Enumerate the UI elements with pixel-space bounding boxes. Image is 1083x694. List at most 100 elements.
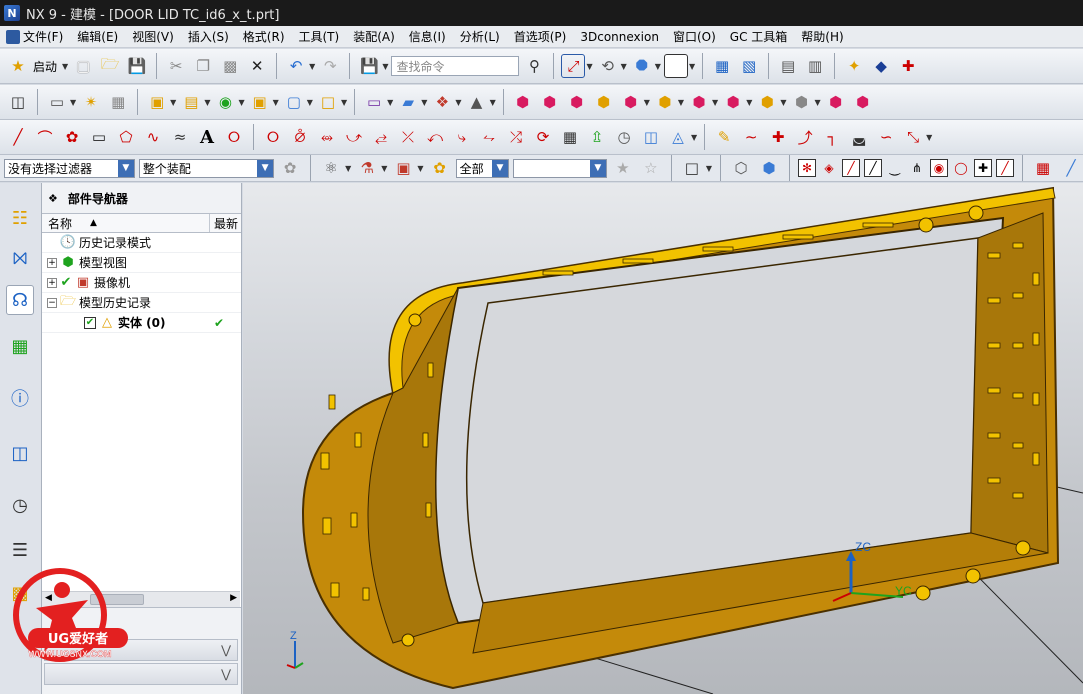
- pattern-face-icon[interactable]: ⬢: [687, 90, 711, 114]
- feature-dropdown-icon[interactable]: ▼: [345, 164, 351, 173]
- save-icon[interactable]: 💾: [125, 54, 149, 78]
- start-button[interactable]: 启动: [33, 58, 57, 75]
- group-dropdown-icon[interactable]: ▼: [780, 98, 786, 107]
- background-dropdown-icon[interactable]: ▼: [689, 62, 695, 71]
- cut-face-icon[interactable]: ⬢: [851, 90, 875, 114]
- mesh-icon[interactable]: ▦: [106, 90, 130, 114]
- deselect-all-icon[interactable]: ⬡: [729, 156, 753, 180]
- sync-replace-icon[interactable]: ⬢: [592, 90, 616, 114]
- snap-line-end-icon[interactable]: ╱: [842, 159, 861, 177]
- graphics-viewport[interactable]: ZC YC Z: [243, 183, 1083, 694]
- snap-quadrant-icon[interactable]: ◯: [952, 159, 970, 177]
- expand-icon[interactable]: +: [47, 277, 57, 288]
- wrap-curve-icon[interactable]: ⤺: [423, 125, 447, 149]
- combine-curve-icon[interactable]: ⤷: [450, 125, 474, 149]
- studio-spline-icon[interactable]: ∿: [141, 125, 165, 149]
- menu-edit[interactable]: 编辑(E): [77, 28, 118, 45]
- save-dropdown-icon[interactable]: ▼: [382, 62, 388, 71]
- reuse-library-icon[interactable]: ▦: [6, 331, 34, 361]
- chevron-down-icon[interactable]: ⋁: [221, 667, 231, 681]
- mirror-dropdown-icon[interactable]: ▼: [746, 98, 752, 107]
- snap-intersection-icon[interactable]: ✚: [974, 159, 993, 177]
- chevron-down-icon[interactable]: ⋁: [221, 643, 231, 657]
- law-curve-icon[interactable]: ≈: [168, 125, 192, 149]
- text-icon[interactable]: A: [195, 125, 219, 149]
- snap-settings-icon[interactable]: ▦: [1031, 156, 1055, 180]
- menu-view[interactable]: 视图(V): [132, 28, 174, 45]
- color-filter-icon[interactable]: ✿: [428, 156, 452, 180]
- chevron-down-icon[interactable]: ▼: [117, 159, 134, 177]
- delete-icon[interactable]: ✕: [245, 54, 269, 78]
- pattern-dropdown-icon[interactable]: ▼: [712, 98, 718, 107]
- assembly-filter-icon[interactable]: ✿: [278, 156, 302, 180]
- rect-dropdown-icon[interactable]: ▼: [387, 98, 393, 107]
- smooth-spline-icon[interactable]: ∽: [874, 125, 898, 149]
- measure-icon[interactable]: ✚: [896, 54, 920, 78]
- pin-icon[interactable]: ❖: [48, 192, 58, 205]
- scroll-right-icon[interactable]: ▶: [230, 593, 237, 603]
- surface-icon[interactable]: ▰: [396, 90, 420, 114]
- layer-dropdown-icon[interactable]: ▼: [417, 164, 423, 173]
- paste-icon[interactable]: ▩: [218, 54, 242, 78]
- draft-icon[interactable]: ▲: [465, 90, 489, 114]
- polygon-icon[interactable]: ⬠: [114, 125, 138, 149]
- curve-length-icon[interactable]: ⤴: [793, 125, 817, 149]
- sync-offset-icon[interactable]: ⬢: [565, 90, 589, 114]
- start-icon[interactable]: ★: [6, 54, 30, 78]
- edit-parameters-icon[interactable]: ◛: [847, 125, 871, 149]
- extra-filter-select[interactable]: ▼: [512, 158, 607, 178]
- rectangle-select-icon[interactable]: □: [680, 156, 704, 180]
- trim-body-icon[interactable]: ❖: [430, 90, 454, 114]
- sync-dropdown-icon[interactable]: ▼: [644, 98, 650, 107]
- snap-midpoint-icon[interactable]: ╱: [864, 159, 883, 177]
- fit-view-icon[interactable]: ⤢: [561, 54, 586, 78]
- component-dropdown-icon[interactable]: ▼: [381, 164, 387, 173]
- checkbox-checked-icon[interactable]: ✔: [84, 316, 96, 329]
- project-curve-icon[interactable]: ⦲: [288, 125, 312, 149]
- menu-insert[interactable]: 插入(S): [188, 28, 229, 45]
- trim-dropdown-icon[interactable]: ▼: [455, 98, 461, 107]
- menu-gc-toolbox[interactable]: GC 工具箱: [730, 28, 788, 45]
- tree-item-model-history[interactable]: − 🗁 模型历史记录: [42, 293, 241, 313]
- part-navigator-icon[interactable]: ☊: [6, 285, 34, 315]
- block-dropdown-icon[interactable]: ▼: [273, 98, 279, 107]
- rectangle-sketch-icon[interactable]: ▭: [362, 90, 386, 114]
- history-palette-icon[interactable]: ◫: [6, 438, 34, 468]
- sync-resize-icon[interactable]: ⬢: [619, 90, 643, 114]
- assembly-navigator-icon[interactable]: ☷: [6, 203, 34, 233]
- rotate-curve-icon[interactable]: ⟳: [531, 125, 555, 149]
- component-filter-icon[interactable]: ⚗: [355, 156, 379, 180]
- edit-curve-icon[interactable]: ✎: [712, 125, 736, 149]
- spiral-icon[interactable]: ✿: [60, 125, 84, 149]
- line-icon[interactable]: ╱: [6, 125, 30, 149]
- divide-curve-icon[interactable]: ✚: [766, 125, 790, 149]
- selection-scope-select[interactable]: 整个装配 ▼: [138, 158, 275, 178]
- select-mode-dropdown-icon[interactable]: ▼: [706, 164, 712, 173]
- menu-file[interactable]: 文件(F): [23, 28, 63, 45]
- command-search-input[interactable]: 查找命令: [391, 56, 520, 76]
- collapse-icon[interactable]: −: [47, 297, 57, 308]
- rotate-view-icon[interactable]: ⟲: [596, 54, 620, 78]
- chevron-down-icon[interactable]: ▼: [589, 159, 606, 177]
- menu-help[interactable]: 帮助(H): [801, 28, 843, 45]
- select-body-icon[interactable]: ⬢: [757, 156, 781, 180]
- snap-tangent-icon[interactable]: ⋔: [908, 159, 926, 177]
- tree-item-model-views[interactable]: + ⬢ 模型视图: [42, 253, 241, 273]
- type-filter-select[interactable]: 没有选择过滤器 ▼: [4, 158, 135, 178]
- undo-dropdown-icon[interactable]: ▼: [309, 62, 315, 71]
- constraint-navigator-icon[interactable]: ⨝: [6, 243, 34, 273]
- isoparametric-curve-icon[interactable]: ⤻: [342, 125, 366, 149]
- background-icon[interactable]: [663, 54, 688, 78]
- point-icon[interactable]: ✴: [79, 90, 103, 114]
- wizard-icon[interactable]: ✦: [842, 54, 866, 78]
- edge-blend-icon[interactable]: ▢: [282, 90, 306, 114]
- menu-preferences[interactable]: 首选项(P): [514, 28, 567, 45]
- draft-dropdown-icon[interactable]: ▼: [490, 98, 496, 107]
- shaded-cube-icon[interactable]: ⯃: [630, 54, 654, 78]
- render-dropdown-icon[interactable]: ▼: [655, 62, 661, 71]
- through-curves-icon[interactable]: ⇫: [585, 125, 609, 149]
- datum-dropdown-icon[interactable]: ▼: [70, 98, 76, 107]
- search-icon[interactable]: ⚲: [522, 54, 546, 78]
- delete-face-dropdown-icon[interactable]: ▼: [678, 98, 684, 107]
- unite-icon[interactable]: ◉: [213, 90, 237, 114]
